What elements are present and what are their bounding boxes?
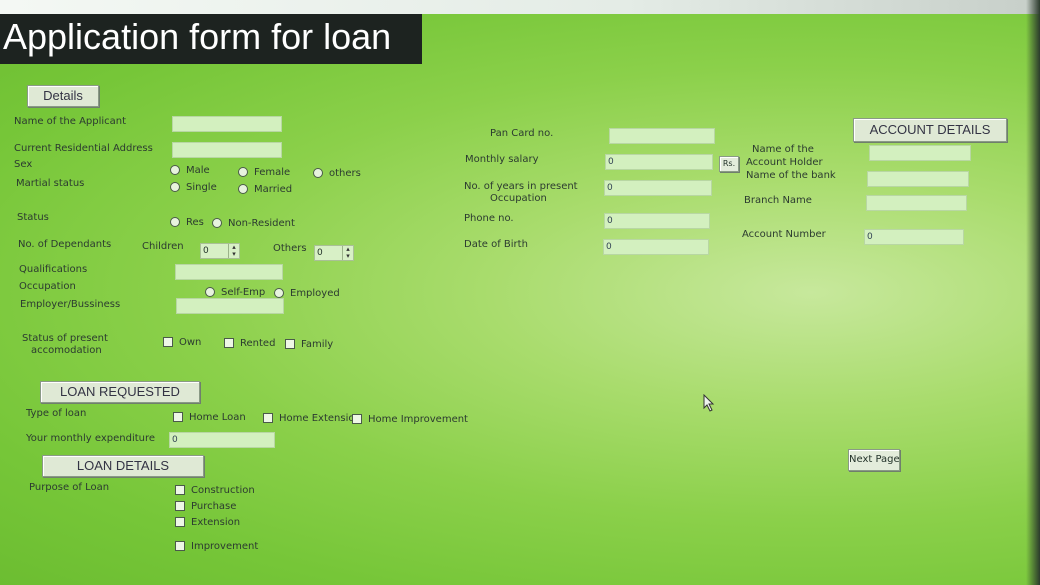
holder-label-line1: Name of the — [752, 144, 814, 155]
form-window: Application form for loan Details Name o… — [0, 0, 1040, 585]
dependants-label: No. of Dependants — [18, 239, 112, 250]
children-label: Children — [142, 241, 184, 252]
account-number-input[interactable]: 0 — [864, 229, 964, 245]
address-input[interactable] — [172, 142, 282, 158]
radio-circle-icon — [205, 287, 215, 297]
dob-input[interactable]: 0 — [603, 239, 709, 255]
checkbox-icon — [263, 413, 273, 423]
next-page-button[interactable]: Next Page — [848, 449, 900, 471]
radio-male[interactable]: Male — [170, 165, 210, 176]
checkbox-extension[interactable]: Extension — [175, 517, 240, 528]
others-label: Others — [273, 243, 307, 254]
expenditure-label: Your monthly expenditure — [26, 433, 156, 444]
checkbox-improvement[interactable]: Improvement — [175, 541, 258, 552]
holder-name-input[interactable] — [869, 145, 971, 161]
salary-label: Monthly salary — [465, 154, 539, 165]
pan-label: Pan Card no. — [490, 128, 554, 139]
dob-label: Date of Birth — [464, 239, 528, 250]
radio-res[interactable]: Res — [170, 217, 204, 228]
radio-circle-icon — [212, 218, 222, 228]
checkbox-home-improvement[interactable]: Home Improvement — [352, 414, 468, 425]
checkbox-home-extension[interactable]: Home Extensior — [263, 413, 359, 424]
address-label: Current Residential Address — [14, 143, 153, 154]
radio-circle-icon — [238, 184, 248, 194]
account-details-group-header: ACCOUNT DETAILS — [853, 118, 1007, 142]
checkbox-icon — [175, 501, 185, 511]
marital-status-label: Martial status — [16, 178, 85, 189]
radio-circle-icon — [313, 168, 323, 178]
checkbox-family[interactable]: Family — [285, 339, 333, 350]
qualifications-input[interactable] — [175, 264, 283, 280]
branch-name-label: Branch Name — [744, 195, 812, 206]
checkbox-home-loan[interactable]: Home Loan — [173, 412, 246, 423]
sex-label: Sex — [14, 159, 33, 170]
checkbox-icon — [285, 339, 295, 349]
radio-single[interactable]: Single — [170, 182, 217, 193]
holder-label-line2: Account Holder — [746, 157, 823, 168]
expenditure-input[interactable]: 0 — [169, 432, 275, 448]
radio-circle-icon — [170, 217, 180, 227]
applicant-name-label: Name of the Applicant — [14, 116, 127, 127]
checkbox-construction[interactable]: Construction — [175, 485, 255, 496]
radio-circle-icon — [170, 182, 180, 192]
qualifications-label: Qualifications — [19, 264, 88, 275]
checkbox-purchase[interactable]: Purchase — [175, 501, 236, 512]
applicant-name-input[interactable] — [172, 116, 282, 132]
screen-bezel-edge — [1026, 0, 1040, 585]
checkbox-icon — [163, 337, 173, 347]
checkbox-icon — [175, 541, 185, 551]
phone-input[interactable]: 0 — [604, 213, 710, 229]
spinner-arrows-icon[interactable]: ▴ ▾ — [228, 244, 239, 258]
checkbox-icon — [224, 338, 234, 348]
spinner-arrows-icon[interactable]: ▴ ▾ — [342, 246, 353, 260]
checkbox-icon — [173, 412, 183, 422]
radio-circle-icon — [274, 288, 284, 298]
account-number-label: Account Number — [742, 229, 826, 240]
window-top-band — [0, 0, 1040, 14]
phone-label: Phone no. — [464, 213, 514, 224]
pan-input[interactable] — [609, 128, 715, 144]
mouse-cursor-icon — [703, 393, 717, 416]
loan-details-group-header: LOAN DETAILS — [42, 455, 204, 477]
checkbox-rented[interactable]: Rented — [224, 338, 275, 349]
currency-rs-label: Rs. — [719, 156, 739, 172]
branch-name-input[interactable] — [866, 195, 967, 211]
radio-self-emp[interactable]: Self-Emp — [205, 287, 265, 298]
years-label-line1: No. of years in present — [464, 181, 578, 192]
years-label-line2: Occupation — [490, 193, 547, 204]
radio-non-resident[interactable]: Non-Resident — [212, 218, 295, 229]
employer-label: Employer/Bussiness — [20, 299, 121, 310]
radio-circle-icon — [170, 165, 180, 175]
children-spinner[interactable]: 0 ▴ ▾ — [200, 238, 240, 259]
purpose-label: Purpose of Loan — [29, 482, 110, 493]
details-group-header: Details — [27, 85, 99, 107]
page-title: Application form for loan — [0, 14, 422, 64]
radio-circle-icon — [238, 167, 248, 177]
radio-others[interactable]: others — [313, 168, 361, 179]
checkbox-icon — [352, 414, 362, 424]
accommodation-label-line1: Status of present — [22, 333, 108, 344]
employer-input[interactable] — [176, 298, 284, 314]
accommodation-label-line2: accomodation — [31, 345, 102, 356]
years-input[interactable]: 0 — [604, 180, 712, 196]
checkbox-own[interactable]: Own — [163, 337, 201, 348]
bank-name-label: Name of the bank — [746, 170, 836, 181]
checkbox-icon — [175, 517, 185, 527]
loan-requested-group-header: LOAN REQUESTED — [40, 381, 200, 403]
loan-type-label: Type of loan — [26, 408, 87, 419]
status-label: Status — [17, 212, 49, 223]
occupation-label: Occupation — [19, 281, 76, 292]
others-spinner[interactable]: 0 ▴ ▾ — [314, 240, 354, 261]
salary-input[interactable]: 0 — [605, 154, 713, 170]
checkbox-icon — [175, 485, 185, 495]
radio-married[interactable]: Married — [238, 184, 292, 195]
radio-female[interactable]: Female — [238, 167, 290, 178]
bank-name-input[interactable] — [867, 171, 969, 187]
